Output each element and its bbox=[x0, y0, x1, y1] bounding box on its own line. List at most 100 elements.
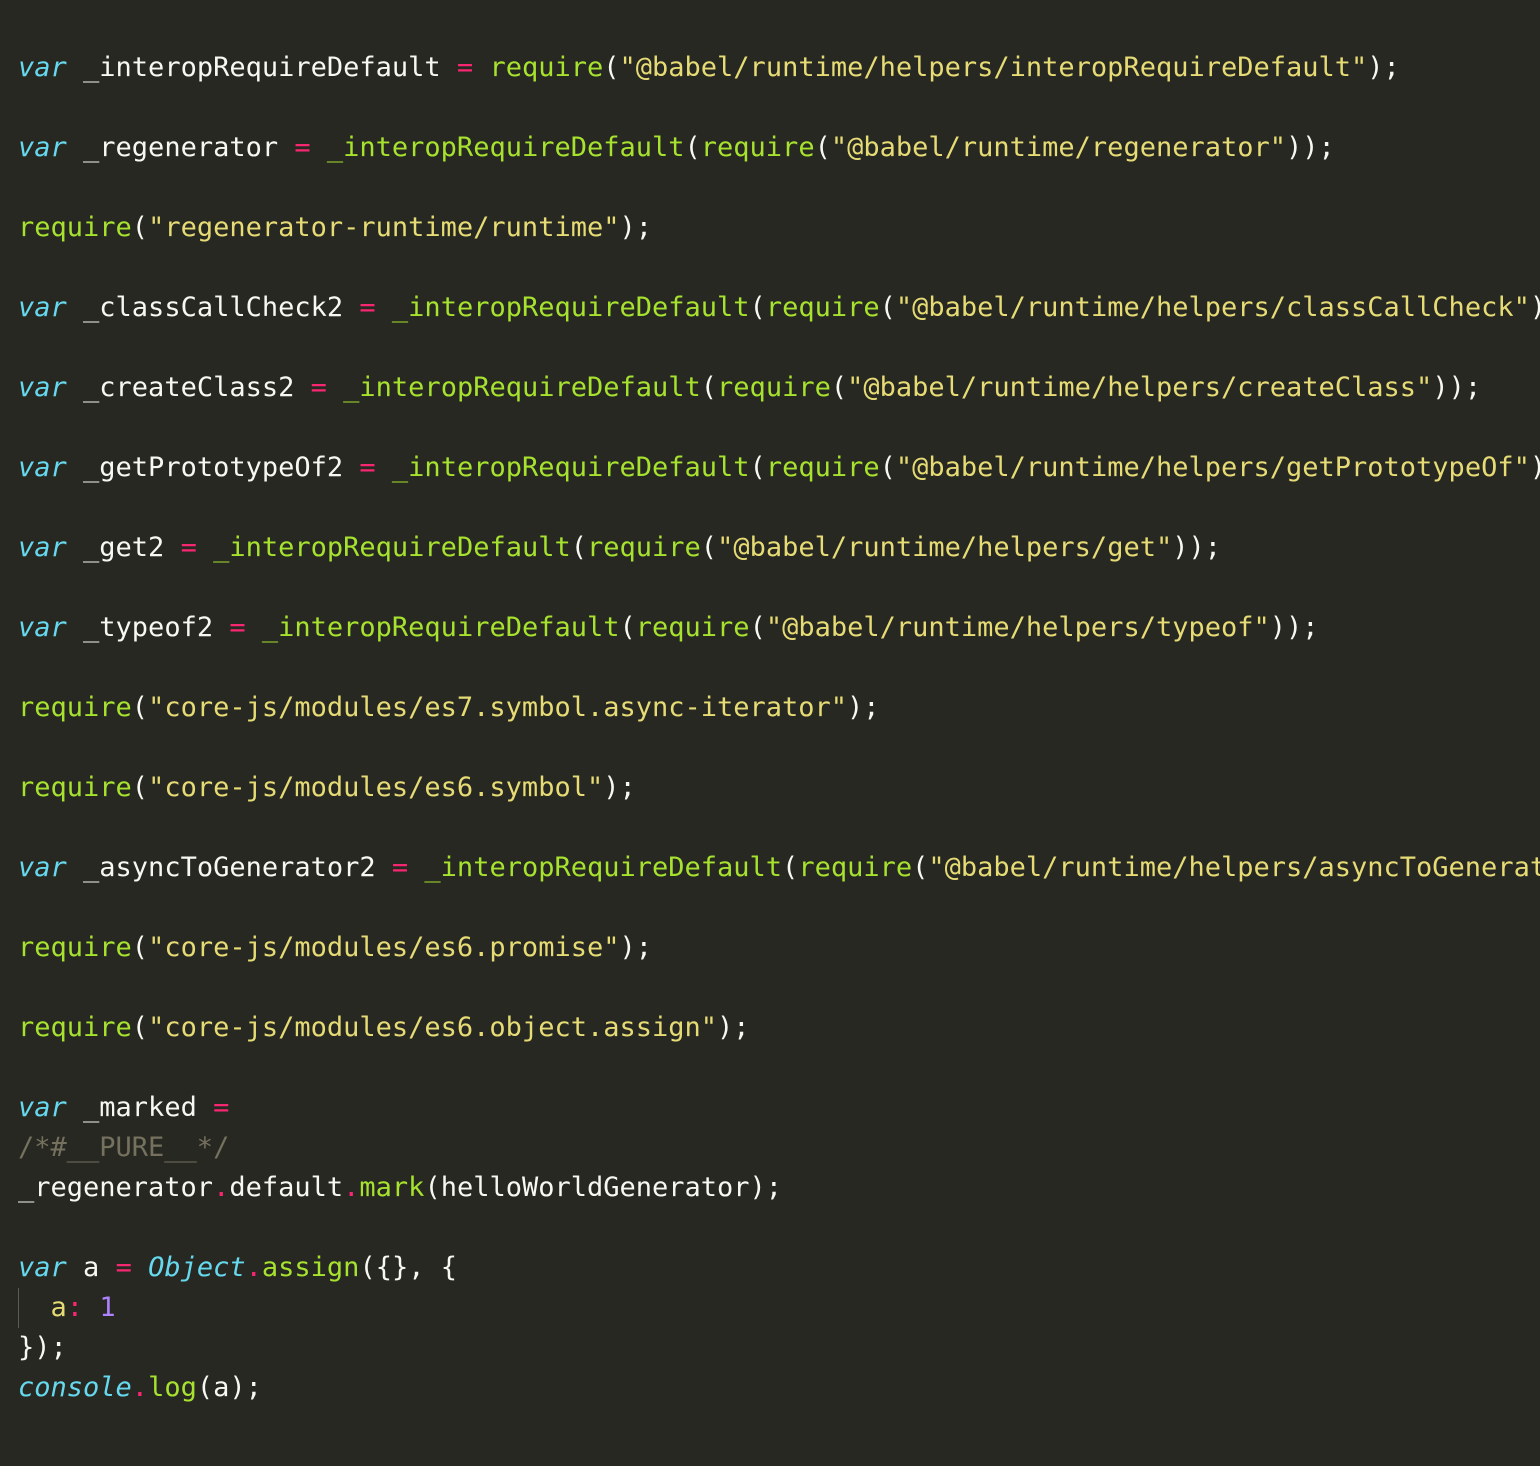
code-line[interactable]: var a = Object.assign({}, { bbox=[18, 1248, 1540, 1288]
code-line[interactable]: var _get2 = _interopRequireDefault(requi… bbox=[18, 528, 1540, 568]
keyword-token: var bbox=[18, 1252, 67, 1283]
code-line[interactable]: var _classCallCheck2 = _interopRequireDe… bbox=[18, 288, 1540, 328]
code-line[interactable] bbox=[18, 8, 1540, 48]
function-token: require bbox=[489, 52, 604, 83]
code-text: )) bbox=[1530, 292, 1540, 323]
code-text: ); bbox=[847, 692, 880, 723]
code-line[interactable] bbox=[18, 1208, 1540, 1248]
function-token: require bbox=[18, 772, 132, 803]
code-line[interactable]: _regenerator.default.mark(helloWorldGene… bbox=[18, 1168, 1540, 1208]
code-line[interactable]: var _typeof2 = _interopRequireDefault(re… bbox=[18, 608, 1540, 648]
code-text: ( bbox=[879, 452, 896, 483]
code-line[interactable]: require("core-js/modules/es6.symbol"); bbox=[18, 768, 1540, 808]
function-token: require bbox=[765, 452, 880, 483]
code-line[interactable] bbox=[18, 728, 1540, 768]
code-text: _getPrototypeOf2 bbox=[66, 452, 360, 483]
code-line[interactable]: }); bbox=[18, 1328, 1540, 1368]
function-token: require bbox=[18, 692, 132, 723]
code-line[interactable]: require("core-js/modules/es6.promise"); bbox=[18, 928, 1540, 968]
code-text: ( bbox=[619, 612, 636, 643]
operator-token: = bbox=[359, 452, 376, 483]
code-text: )); bbox=[1432, 372, 1482, 403]
code-line[interactable] bbox=[18, 488, 1540, 528]
operator-token: = bbox=[229, 612, 246, 643]
code-text: )); bbox=[1286, 132, 1335, 163]
string-token: "use strict" bbox=[18, 0, 213, 3]
code-line[interactable]: console.log(a); bbox=[18, 1368, 1540, 1408]
comment-token: /*#__PURE__*/ bbox=[18, 1132, 230, 1163]
code-text: ( bbox=[749, 612, 766, 643]
code-line[interactable] bbox=[18, 168, 1540, 208]
operator-token: . bbox=[343, 1172, 360, 1203]
code-line[interactable] bbox=[18, 328, 1540, 368]
code-text: ( bbox=[131, 772, 149, 803]
code-line[interactable] bbox=[18, 1048, 1540, 1088]
code-line[interactable]: a: 1 bbox=[18, 1288, 1540, 1328]
function-token: log bbox=[148, 1372, 197, 1403]
code-line[interactable] bbox=[18, 968, 1540, 1008]
string-token: "@babel/runtime/helpers/interopRequireDe… bbox=[619, 52, 1368, 83]
code-line[interactable]: var _regenerator = _interopRequireDefaul… bbox=[18, 128, 1540, 168]
code-text: ( bbox=[603, 52, 620, 83]
code-text: ; bbox=[213, 0, 229, 3]
string-token: "@babel/runtime/regenerator" bbox=[830, 132, 1286, 163]
keyword-token: var bbox=[18, 1092, 67, 1123]
code-line[interactable] bbox=[18, 648, 1540, 688]
function-token: assign bbox=[261, 1252, 360, 1283]
code-line[interactable]: var _createClass2 = _interopRequireDefau… bbox=[18, 368, 1540, 408]
code-line[interactable]: "use strict"; bbox=[18, 0, 1540, 8]
code-text: )); bbox=[1172, 532, 1221, 563]
code-line[interactable] bbox=[18, 888, 1540, 928]
operator-token: = bbox=[115, 1252, 132, 1283]
code-line[interactable] bbox=[18, 408, 1540, 448]
operator-token: = bbox=[456, 52, 474, 83]
code-editor[interactable]: "use strict"; var _interopRequireDefault… bbox=[0, 0, 1540, 1466]
code-line[interactable] bbox=[18, 568, 1540, 608]
code-line[interactable]: var _getPrototypeOf2 = _interopRequireDe… bbox=[18, 448, 1540, 488]
indent-guide bbox=[18, 1288, 19, 1328]
code-text: ({}, { bbox=[359, 1252, 457, 1283]
operator-token: = bbox=[294, 132, 311, 163]
object-token: Object bbox=[148, 1252, 246, 1283]
code-line[interactable] bbox=[18, 808, 1540, 848]
code-text: ( bbox=[879, 292, 896, 323]
function-token: require bbox=[700, 132, 815, 163]
operator-token: = bbox=[359, 292, 376, 323]
keyword-token: var bbox=[18, 532, 67, 563]
operator-token: . bbox=[131, 1372, 149, 1403]
function-token: _interopRequireDefault bbox=[391, 452, 750, 483]
code-line[interactable]: var _marked = bbox=[18, 1088, 1540, 1128]
code-line[interactable] bbox=[18, 248, 1540, 288]
function-token: require bbox=[765, 292, 880, 323]
code-text: ); bbox=[603, 772, 636, 803]
code-line[interactable]: require("regenerator-runtime/runtime"); bbox=[18, 208, 1540, 248]
function-token: _interopRequireDefault bbox=[261, 612, 620, 643]
code-text: ( bbox=[814, 132, 831, 163]
code-text: a bbox=[66, 1252, 116, 1283]
code-line[interactable]: require("core-js/modules/es6.object.assi… bbox=[18, 1008, 1540, 1048]
keyword-token: var bbox=[18, 372, 67, 403]
code-line[interactable]: var _interopRequireDefault = require("@b… bbox=[18, 48, 1540, 88]
code-text: ( bbox=[700, 532, 718, 563]
code-text: _classCallCheck2 bbox=[66, 292, 360, 323]
code-line[interactable]: require("core-js/modules/es7.symbol.asyn… bbox=[18, 688, 1540, 728]
code-text: }); bbox=[18, 1332, 67, 1363]
operator-token: = bbox=[310, 372, 327, 403]
code-text: _marked bbox=[66, 1092, 214, 1123]
code-text: ( bbox=[749, 452, 766, 483]
code-text: ( bbox=[570, 532, 587, 563]
code-line[interactable]: /*#__PURE__*/ bbox=[18, 1128, 1540, 1168]
string-token: "@babel/runtime/helpers/typeof" bbox=[765, 612, 1270, 643]
code-text: _typeof2 bbox=[66, 612, 230, 643]
function-token: require bbox=[717, 372, 831, 403]
code-content[interactable]: "use strict"; var _interopRequireDefault… bbox=[18, 0, 1540, 1408]
code-line[interactable] bbox=[18, 88, 1540, 128]
function-token: require bbox=[18, 212, 132, 243]
code-line[interactable]: var _asyncToGenerator2 = _interopRequire… bbox=[18, 848, 1540, 888]
code-text: ( bbox=[131, 1012, 149, 1043]
